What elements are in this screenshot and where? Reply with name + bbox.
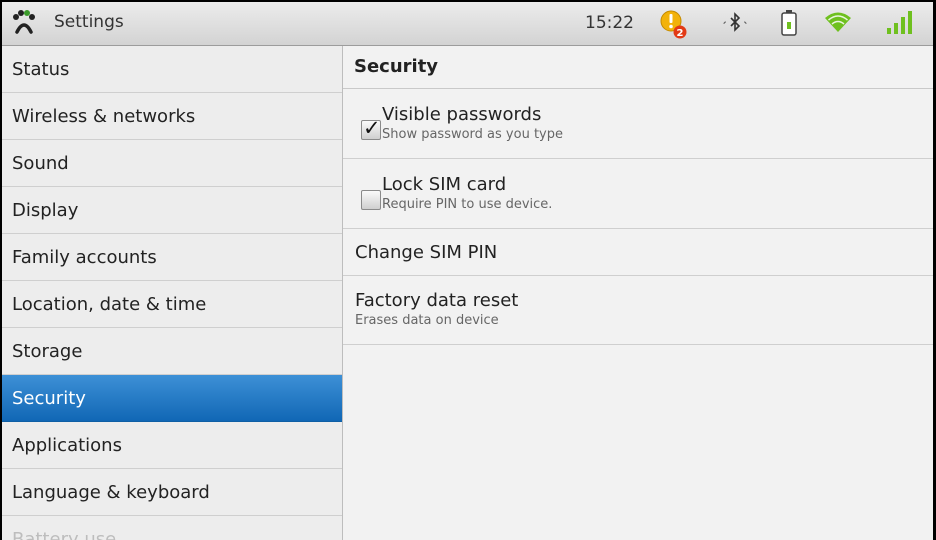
sidebar-item-wireless-networks[interactable]: Wireless & networks [2,93,342,140]
sidebar-item-location-date-time[interactable]: Location, date & time [2,281,342,328]
security-settings-pane: Security ✓ Visible passwords Show passwo… [343,46,933,540]
status-bar: Settings 15:22 2 [2,2,933,46]
notification-count-badge: 2 [677,28,684,39]
sidebar-item-security[interactable]: Security [2,375,342,422]
settings-category-list: Status Wireless & networks Sound Display… [2,46,343,540]
screen: Settings 15:22 2 Status Wireless & netwo… [2,2,933,540]
change-sim-pin-title: Change SIM PIN [355,242,498,263]
change-sim-pin-setting[interactable]: Change SIM PIN [343,229,933,276]
visible-passwords-summary: Show password as you type [382,127,563,142]
factory-data-reset-title: Factory data reset [355,290,519,311]
factory-data-reset-summary: Erases data on device [355,313,499,328]
clock: 15:22 [585,13,634,33]
sidebar-item-applications[interactable]: Applications [2,422,342,469]
battery-icon [781,10,797,36]
app-logo-icon [13,10,35,34]
sidebar-item-battery-use[interactable]: Battery use [2,516,342,540]
sidebar-item-status[interactable]: Status [2,46,342,93]
bluetooth-icon [723,12,747,32]
visible-passwords-setting[interactable]: ✓ Visible passwords Show password as you… [343,89,933,159]
sidebar-item-family-accounts[interactable]: Family accounts [2,234,342,281]
lock-sim-card-summary: Require PIN to use device. [382,197,553,212]
factory-data-reset-setting[interactable]: Factory data reset Erases data on device [343,276,933,345]
sidebar-item-language-keyboard[interactable]: Language & keyboard [2,469,342,516]
signal-icon [887,11,912,34]
lock-sim-card-checkbox[interactable] [361,190,381,210]
sidebar-item-sound[interactable]: Sound [2,140,342,187]
visible-passwords-title: Visible passwords [382,104,542,125]
checkmark-icon: ✓ [363,116,381,140]
lock-sim-card-title: Lock SIM card [382,174,507,195]
lock-sim-card-setting[interactable]: Lock SIM card Require PIN to use device. [343,159,933,229]
notification-warning-icon[interactable]: 2 [660,8,690,40]
sidebar-item-display[interactable]: Display [2,187,342,234]
wifi-icon [825,12,851,32]
visible-passwords-checkbox[interactable]: ✓ [361,116,381,140]
app-title: Settings [54,12,124,32]
sidebar-item-storage[interactable]: Storage [2,328,342,375]
page-title: Security [343,46,933,89]
